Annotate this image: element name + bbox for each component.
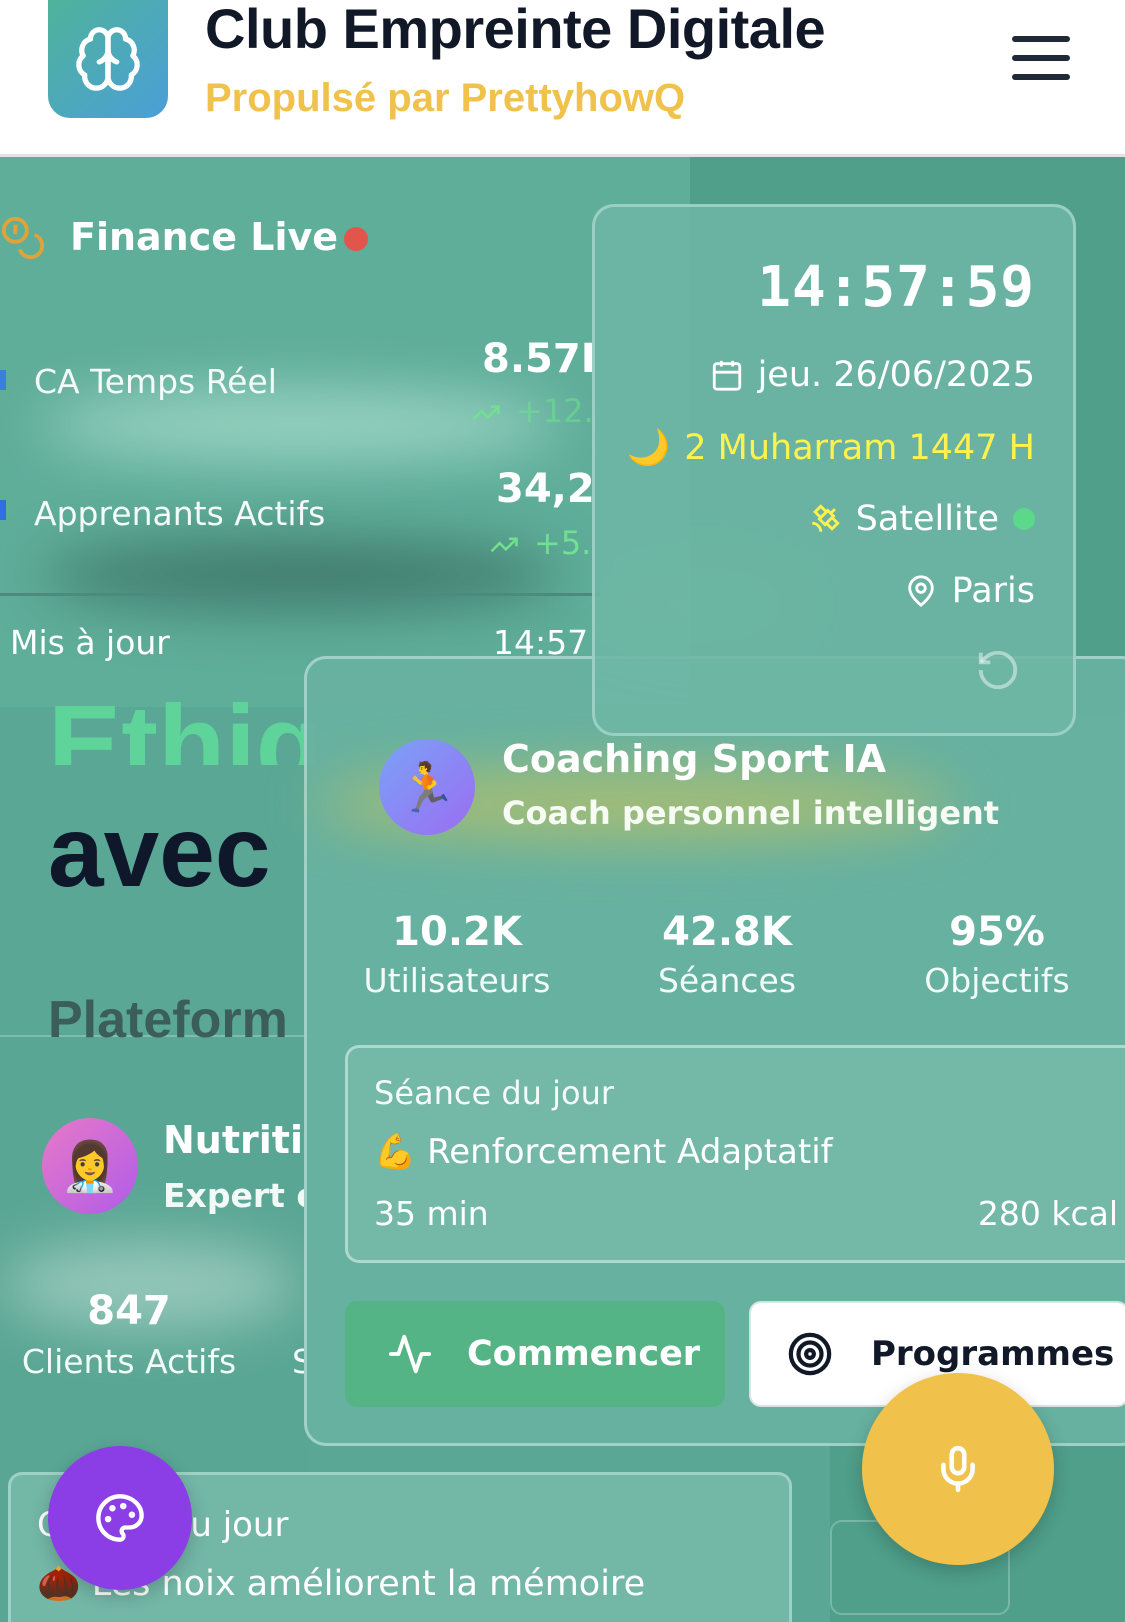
microphone-icon — [941, 1445, 975, 1493]
brain-icon — [76, 27, 140, 91]
stat-sessions: 42.8K Séances — [597, 909, 857, 1000]
activity-icon — [388, 1334, 432, 1374]
session-calories: 280 kcal — [977, 1194, 1118, 1233]
coach-subtitle: Coach personnel intelligent — [502, 794, 1000, 832]
hijri-date: 2 Muharram 1447 H — [684, 427, 1035, 468]
clock-date-row: jeu. 26/06/2025 — [710, 355, 1035, 395]
flexed-biceps-icon: 💪 — [374, 1132, 417, 1172]
clock-location-row: Paris — [904, 571, 1035, 611]
metric-marker — [0, 370, 6, 390]
hamburger-menu-icon[interactable] — [1012, 36, 1070, 84]
nutrition-stat2-label: S — [292, 1342, 304, 1381]
metric-label: CA Temps Réel — [34, 362, 277, 401]
metric-trend: +12. — [516, 392, 594, 430]
metric-value: 8.57I — [482, 336, 596, 382]
daily-session-box[interactable]: Séance du jour 💪 Renforcement Adaptatif … — [345, 1045, 1125, 1263]
finance-title: Finance Live — [70, 215, 339, 259]
session-duration: 35 min — [374, 1194, 489, 1233]
tip-message: Les noix améliorent la mémoire — [91, 1564, 646, 1604]
programs-button-label: Programmes — [871, 1334, 1115, 1374]
voice-assistant-button[interactable] — [862, 1373, 1054, 1565]
satellite-status-dot — [1013, 508, 1035, 530]
stat-label: Séances — [657, 961, 797, 1000]
app-header: Club Empreinte Digitale Propulsé par Pre… — [0, 0, 1125, 157]
theme-palette-button[interactable] — [48, 1446, 192, 1590]
metric-label: Apprenants Actifs — [34, 494, 326, 533]
palette-icon — [96, 1494, 144, 1542]
blur-shadow — [40, 540, 560, 610]
stat-value: 95% — [949, 909, 1045, 955]
session-name: 💪 Renforcement Adaptatif — [374, 1132, 833, 1172]
trending-up-icon — [490, 537, 518, 553]
coach-title: Coaching Sport IA — [502, 737, 887, 781]
health-worker-icon: 👩‍⚕️ — [60, 1138, 120, 1195]
hero-subtitle: Plateform — [48, 991, 288, 1038]
app-subtitle: Propulsé par PrettyhowQ — [205, 76, 686, 120]
nutrition-subtitle: Expert e — [163, 1176, 304, 1215]
map-pin-icon — [907, 575, 934, 607]
location-label: Paris — [951, 571, 1035, 611]
metric-value: 34,2 — [496, 466, 595, 512]
trending-up-icon — [472, 405, 500, 421]
stat-label: Utilisateurs — [363, 961, 551, 1000]
clock-hijri-row: 🌙 2 Muharram 1447 H — [626, 427, 1035, 469]
coach-avatar: 🏃 — [379, 739, 475, 835]
clock-widget: 14:57:59 jeu. 26/06/2025 🌙 2 Muharram 14… — [592, 204, 1076, 736]
coaching-sport-card: 🏃 Coaching Sport IA Coach personnel inte… — [304, 656, 1125, 1446]
live-indicator-dot — [344, 227, 368, 251]
stat-value: 42.8K — [662, 909, 792, 955]
stat-users: 10.2K Utilisateurs — [327, 909, 587, 1000]
nutrition-stat-label: Clients Actifs — [21, 1342, 237, 1381]
nutrition-title: Nutritio — [163, 1118, 304, 1162]
start-button[interactable]: Commencer — [345, 1301, 725, 1407]
clock-time: 14:57:59 — [757, 255, 1035, 320]
app-logo[interactable] — [48, 0, 168, 118]
target-icon — [788, 1332, 832, 1376]
session-label: Séance du jour — [374, 1074, 615, 1112]
start-button-label: Commencer — [467, 1334, 701, 1374]
app-title: Club Empreinte Digitale — [205, 0, 826, 60]
divider — [0, 593, 600, 596]
nutrition-stat-value: 847 — [87, 1288, 171, 1334]
hero-title-line1: Ethiq — [48, 690, 323, 765]
stat-value: 10.2K — [392, 909, 522, 955]
refresh-icon[interactable] — [975, 647, 1021, 693]
nutrition-avatar: 👩‍⚕️ — [42, 1118, 138, 1214]
clock-satellite-row: Satellite — [808, 499, 1035, 539]
stat-label: Objectifs — [924, 961, 1070, 1000]
coins-icon — [1, 216, 45, 260]
metric-marker — [0, 500, 6, 520]
metric-trend: +5. — [534, 524, 592, 562]
session-title: Renforcement Adaptatif — [427, 1132, 833, 1172]
runner-icon: 🏃 — [397, 759, 457, 816]
hero-title-line2: avec — [48, 796, 271, 908]
crescent-moon-icon: 🌙 — [626, 428, 671, 468]
calendar-icon — [712, 360, 741, 391]
updated-label: Mis à jour — [10, 623, 170, 662]
clock-date: jeu. 26/06/2025 — [757, 355, 1035, 395]
satellite-icon — [811, 504, 840, 532]
stat-goals: 95% Objectifs — [867, 909, 1125, 1000]
satellite-label: Satellite — [855, 499, 999, 539]
